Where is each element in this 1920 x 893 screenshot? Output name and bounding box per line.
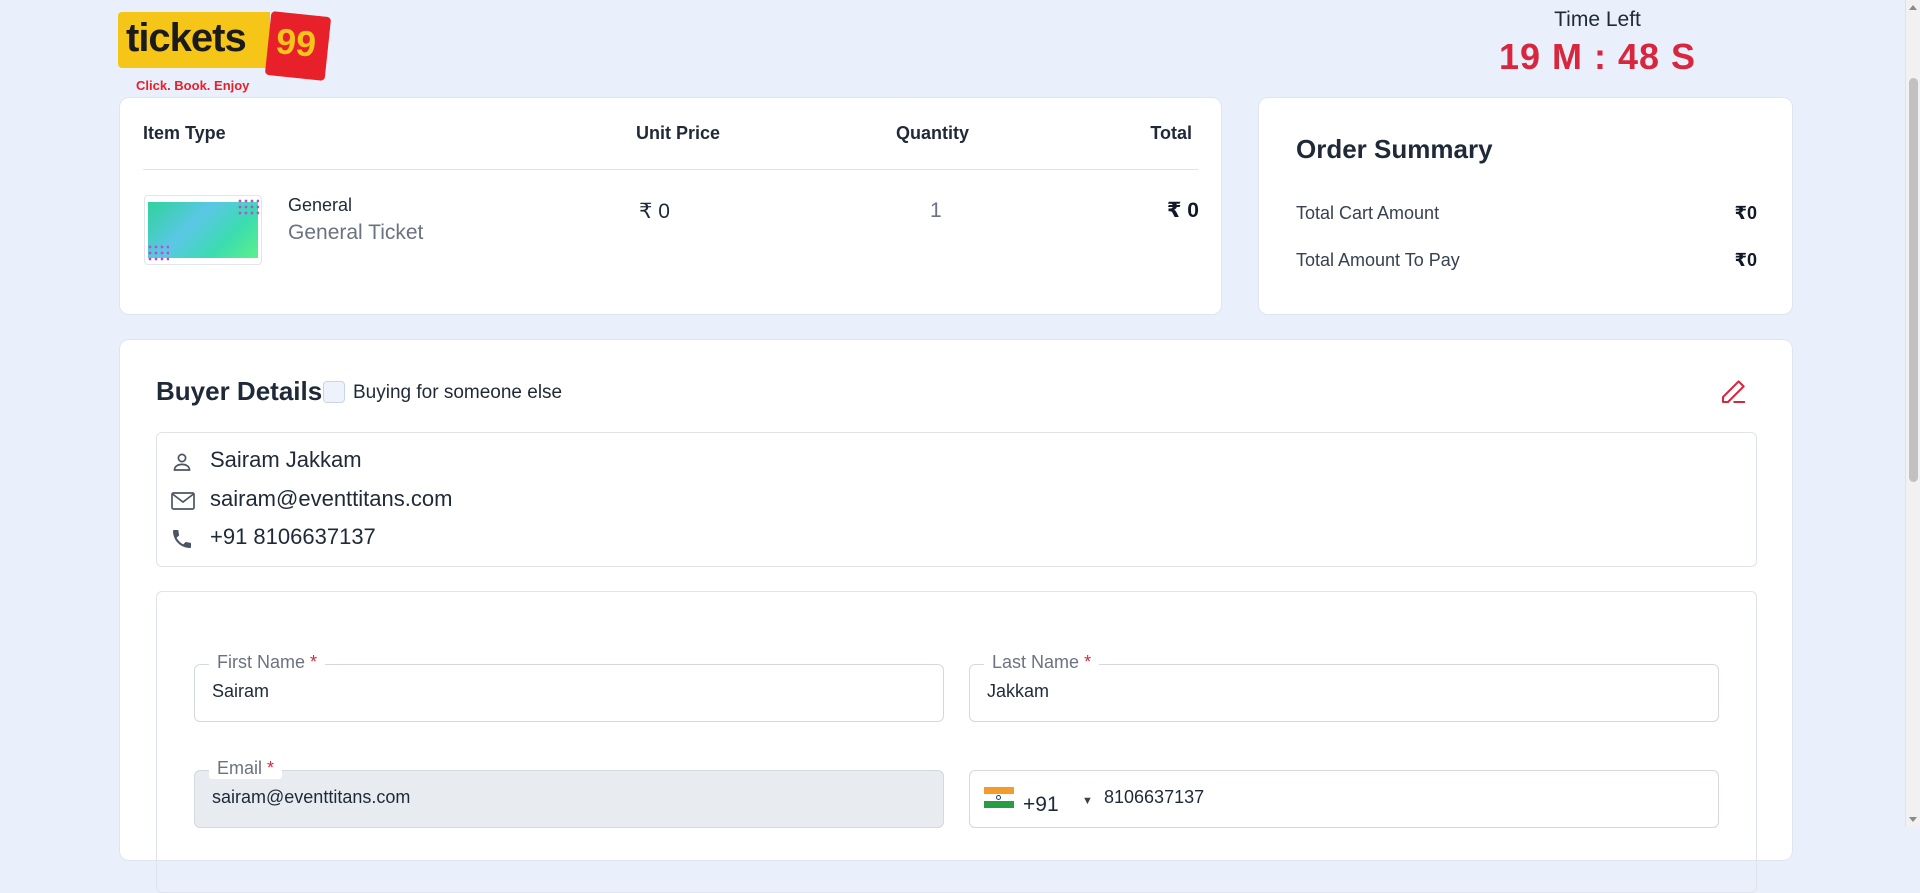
mail-icon [171,492,195,510]
buyer-details-card: Buyer Details Buying for someone else Sa… [119,339,1793,893]
page-scrollbar[interactable] [1905,0,1920,827]
scroll-down-arrow[interactable] [1909,817,1917,822]
buyer-info-box: Sairam Jakkam sairam@eventtitans.com +91… [156,432,1757,567]
country-dropdown-icon[interactable]: ▼ [1082,795,1093,807]
summary-value: ₹0 [1734,203,1757,223]
summary-row-amount-to-pay: Total Amount To Pay ₹0 [1296,250,1757,271]
ticket-quantity: 1 [930,199,942,222]
last-name-field[interactable]: Last Name * Jakkam [969,652,1719,722]
edit-buyer-button[interactable] [1718,377,1748,407]
phone-field[interactable]: +91 ▼ 8106637137 [969,770,1719,828]
tickets99-logo[interactable]: tickets 99 Click. Book. Enjoy [118,11,332,96]
last-name-value: Jakkam [987,681,1050,701]
header-item-type: Item Type [143,123,226,143]
india-flag-icon[interactable] [984,787,1014,808]
ticket-image [144,195,262,265]
logo-tagline: Click. Book. Enjoy [136,78,250,93]
pencil-icon [1722,380,1746,403]
header-quantity: Quantity [896,123,970,143]
first-name-field[interactable]: First Name * Sairam [194,652,944,722]
timer-label: Time Left [1554,8,1641,31]
logo-number: 99 [274,20,319,65]
cart-card: Item Type Unit Price Quantity Total Gene… [119,97,1222,315]
summary-row-cart-amount: Total Cart Amount ₹0 [1296,203,1757,224]
phone-number-value: 8106637137 [1104,787,1205,807]
order-summary-title: Order Summary [1296,134,1493,164]
buyer-phone: +91 8106637137 [210,524,376,549]
summary-value: ₹0 [1734,250,1757,270]
country-code[interactable]: +91 [1023,793,1059,817]
countdown-timer: Time Left 19 M : 48 S [1470,8,1725,78]
cart-divider [143,169,1198,170]
ticket-category: General [288,195,353,215]
logo-word: tickets [126,16,247,60]
ticket-total: ₹ 0 [1166,199,1199,222]
email-field[interactable]: Email * sairam@eventtitans.com [194,758,944,828]
ticket-name: General Ticket [288,221,424,244]
first-name-value: Sairam [212,681,270,701]
first-name-label: First Name * [209,652,326,673]
buyer-details-title: Buyer Details [156,376,323,406]
buyer-form: First Name * Sairam Last Name * Jakkam E… [156,591,1757,893]
user-icon [173,453,191,471]
timer-value: 19 M : 48 S [1498,36,1697,77]
email-label: Email * [209,758,283,779]
buying-for-someone-else-checkbox[interactable] [323,381,345,403]
buyer-email: sairam@eventtitans.com [210,486,453,511]
ticket-unit-price: ₹ 0 [639,200,670,223]
header-total: Total [1150,123,1192,143]
buyer-name: Sairam Jakkam [210,447,362,472]
buying-for-someone-else-label[interactable]: Buying for someone else [353,382,562,404]
scroll-thumb[interactable] [1909,78,1918,482]
scroll-up-arrow[interactable] [1909,5,1917,10]
last-name-label: Last Name * [984,652,1100,673]
phone-icon [173,530,191,548]
email-value: sairam@eventtitans.com [212,787,411,807]
order-summary-card: Order Summary Total Cart Amount ₹0 Total… [1258,97,1793,315]
summary-label: Total Amount To Pay [1296,250,1460,270]
header-unit-price: Unit Price [636,123,721,143]
summary-label: Total Cart Amount [1296,203,1440,223]
